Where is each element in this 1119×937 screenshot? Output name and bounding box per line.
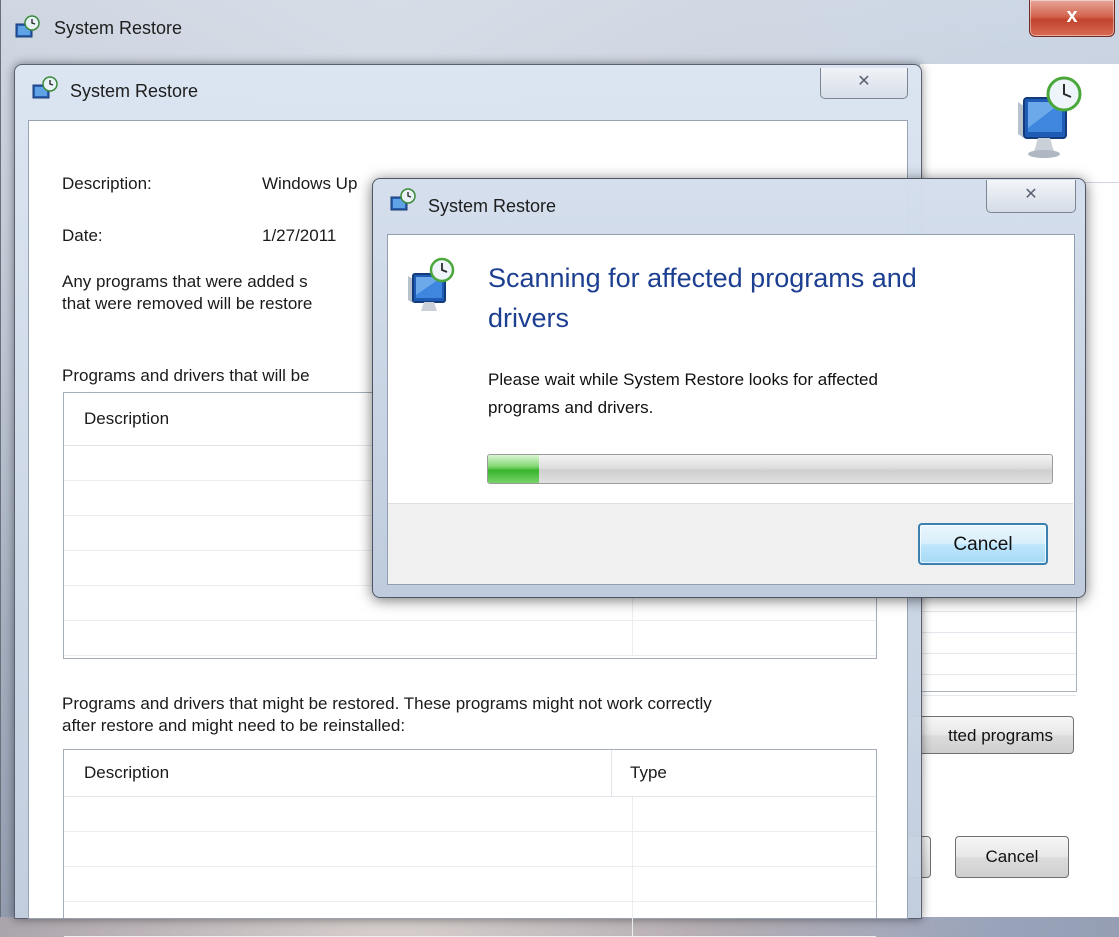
table-row	[64, 867, 876, 902]
table-row	[64, 832, 876, 867]
date-label: Date:	[62, 226, 103, 245]
affected-programs-window-title: System Restore	[70, 81, 199, 101]
table-row	[64, 902, 876, 937]
outer-cancel-button[interactable]: Cancel	[955, 836, 1069, 878]
date-value: 1/27/2011	[262, 226, 337, 245]
scanning-heading-line2: drivers	[488, 303, 570, 333]
outer-list	[920, 590, 1077, 696]
scanning-heading-line1: Scanning for affected programs and	[488, 263, 917, 293]
scanning-dialog-title: System Restore	[428, 196, 557, 216]
info-text-line1: Any programs that were added s	[62, 272, 308, 291]
system-restore-monitor-icon	[1010, 72, 1090, 167]
info-text-line2: that were removed will be restore	[62, 294, 313, 313]
table-row	[64, 797, 876, 832]
restored-programs-heading-line2: after restore and might need to be reins…	[62, 716, 406, 735]
restored-programs-list[interactable]: Description Type	[63, 749, 877, 937]
system-restore-monitor-icon	[404, 256, 464, 321]
scanning-heading: Scanning for affected programs and drive…	[488, 258, 1048, 338]
scanning-body-line2: programs and drivers.	[488, 398, 654, 417]
column-header-description[interactable]: Description	[64, 750, 612, 796]
scanning-body-text: Please wait while System Restore looks f…	[488, 366, 1048, 422]
outer-close-button[interactable]: x	[1029, 0, 1115, 37]
scan-for-affected-programs-button[interactable]: tted programs	[908, 716, 1074, 754]
scanning-body-line1: Please wait while System Restore looks f…	[488, 370, 878, 389]
cancel-button[interactable]: Cancel	[918, 523, 1048, 565]
progress-bar	[487, 454, 1053, 484]
dialog-close-button[interactable]: ✕	[986, 180, 1076, 213]
deleted-programs-heading: Programs and drivers that will be	[62, 366, 310, 385]
mid-close-button[interactable]: ✕	[820, 68, 908, 99]
system-restore-icon	[388, 188, 418, 221]
table-row	[64, 621, 876, 656]
system-restore-icon	[12, 14, 42, 49]
restored-programs-heading-line1: Programs and drivers that might be resto…	[62, 694, 712, 713]
description-value: Windows Up	[262, 174, 358, 193]
restored-list-header: Description Type	[64, 750, 876, 797]
progress-bar-fill	[488, 455, 539, 483]
outer-window-title: System Restore	[54, 18, 183, 38]
description-label: Description:	[62, 174, 152, 193]
column-header-type[interactable]: Type	[612, 763, 667, 783]
system-restore-icon	[30, 76, 60, 109]
